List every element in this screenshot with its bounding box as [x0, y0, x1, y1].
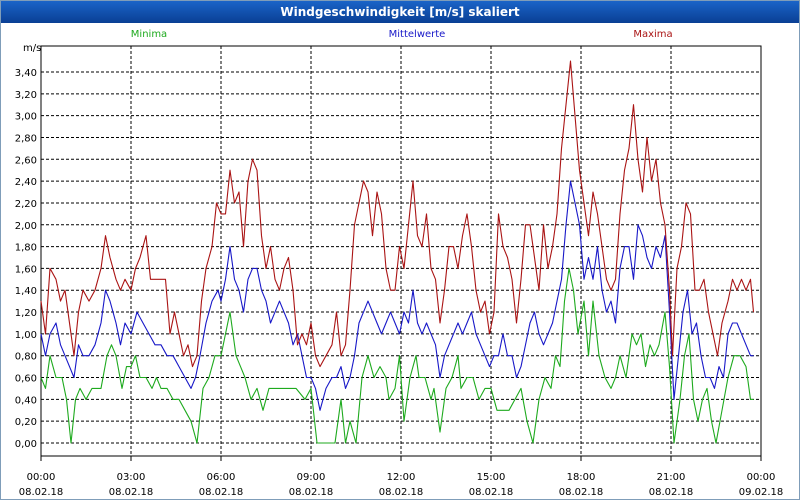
- x-tick-date: 08.02.18: [109, 487, 154, 498]
- y-tick-label: 1,80: [15, 243, 37, 254]
- y-tick-label: 3,00: [15, 112, 37, 123]
- legend-entry: Maxima: [633, 29, 672, 40]
- x-tick-time: 18:00: [567, 472, 596, 483]
- x-tick-time: 09:00: [297, 472, 326, 483]
- y-tick-label: 0,00: [15, 439, 37, 450]
- x-tick-labels: 00:00 08.02.18 03:00 08.02.18 06:00 08.02.18 0…: [19, 472, 784, 498]
- x-tick-date: 08.02.18: [559, 487, 604, 498]
- x-tick-date: 08.02.18: [19, 487, 64, 498]
- x-tick-date: 08.02.18: [199, 487, 244, 498]
- y-tick-label: 3,20: [15, 90, 37, 101]
- x-tick-time: 21:00: [657, 472, 686, 483]
- y-tick-label: 2,40: [15, 177, 37, 188]
- x-tick-date: 08.02.18: [289, 487, 334, 498]
- x-tick-date: 08.02.18: [379, 487, 424, 498]
- y-axis-unit: m/s: [23, 43, 41, 54]
- y-tick-label: 2,20: [15, 199, 37, 210]
- x-tick-date: 08.02.18: [649, 487, 694, 498]
- chart-plot: m/s 0,00 0,20 0,40 0,60 0,80 1,00 1,20 1,40 1,60…: [15, 29, 784, 498]
- x-tick-date: 09.02.18: [739, 487, 784, 498]
- legend: Minima Mittelwerte Maxima: [131, 29, 673, 40]
- y-tick-label: 2,00: [15, 221, 37, 232]
- x-tick-time: 15:00: [477, 472, 506, 483]
- series-lines: [40, 60, 755, 444]
- x-tick-time: 03:00: [117, 472, 146, 483]
- y-tick-label: 1,40: [15, 286, 37, 297]
- x-tick-time: 12:00: [387, 472, 416, 483]
- x-tick-time: 00:00: [747, 472, 776, 483]
- window-title: Windgeschwindigkeit [m/s] skaliert: [1, 1, 799, 23]
- x-tick-date: 08.02.18: [469, 487, 514, 498]
- x-tick-time: 00:00: [27, 472, 56, 483]
- series-line-maxima: [40, 60, 755, 368]
- y-tick-label: 1,00: [15, 330, 37, 341]
- y-tick-label: 0,80: [15, 352, 37, 363]
- y-tick-label: 0,60: [15, 374, 37, 385]
- legend-entry: Minima: [131, 29, 167, 40]
- legend-entry: Mittelwerte: [389, 29, 446, 40]
- y-tick-label: 1,20: [15, 308, 37, 319]
- y-tick-label: 0,20: [15, 417, 37, 428]
- y-tick-label: 3,40: [15, 68, 37, 79]
- chart-window: Windgeschwindigkeit [m/s] skaliert m/s 0…: [0, 0, 800, 500]
- y-tick-label: 0,40: [15, 395, 37, 406]
- y-tick-label: 1,60: [15, 264, 37, 275]
- y-tick-label: 2,60: [15, 155, 37, 166]
- x-tick-time: 06:00: [207, 472, 236, 483]
- y-tick-label: 2,80: [15, 133, 37, 144]
- y-tick-labels: 0,00 0,20 0,40 0,60 0,80 1,00 1,20 1,40 1,60 1,80…: [15, 68, 37, 450]
